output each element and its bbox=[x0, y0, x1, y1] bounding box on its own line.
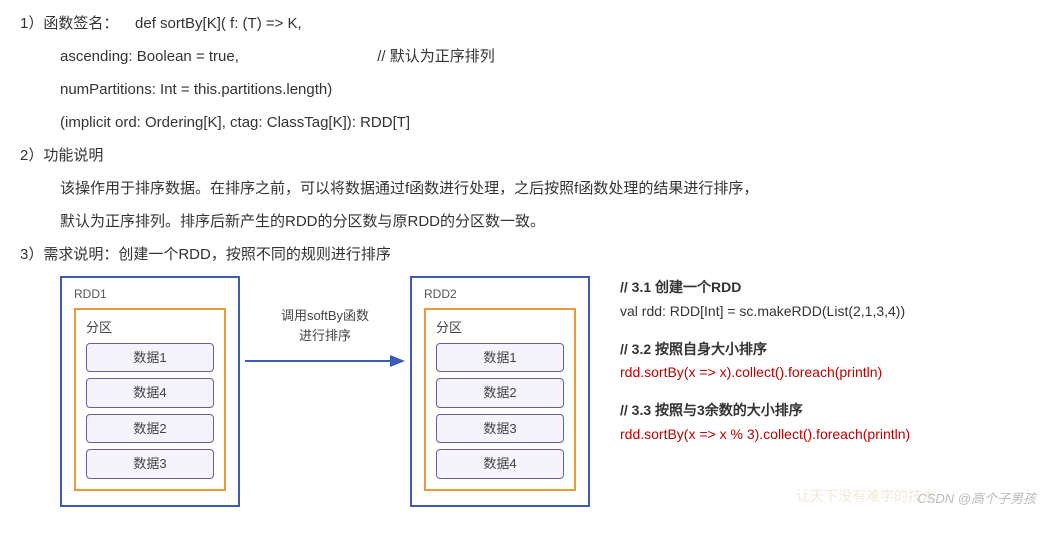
code-31-comment: // 3.1 创建一个RDD bbox=[620, 276, 1036, 300]
watermark-csdn: CSDN @高个子男孩 bbox=[917, 487, 1036, 510]
section3-prefix: 3）需求说明：创建一个RDD，按照不同的规则进行排序 bbox=[20, 241, 1036, 268]
sig-line1: def sortBy[K]( f: (T) => K, bbox=[135, 15, 302, 32]
section2-body2: 默认为正序排列。排序后新产生的RDD的分区数与原RDD的分区数一致。 bbox=[20, 208, 1036, 235]
code-33-comment: // 3.3 按照与3余数的大小排序 bbox=[620, 399, 1036, 423]
section2-prefix: 2）功能说明 bbox=[20, 142, 1036, 169]
rdd2-box: RDD2 分区 数据1 数据2 数据3 数据4 bbox=[410, 276, 590, 507]
arrow-caption-l1: 调用softBy函数 bbox=[281, 308, 369, 323]
rdd2-partition-label: 分区 bbox=[436, 316, 564, 339]
section2-body1: 该操作用于排序数据。在排序之前，可以将数据通过f函数进行处理，之后按照f函数处理… bbox=[20, 175, 1036, 202]
diagram-row: RDD1 分区 数据1 数据4 数据2 数据3 调用softBy函数 进行排序 … bbox=[20, 276, 1036, 507]
code-32-comment: // 3.2 按照自身大小排序 bbox=[620, 338, 1036, 362]
sig-line3: numPartitions: Int = this.partitions.len… bbox=[20, 76, 1036, 103]
sig-line2a: ascending: Boolean = true, bbox=[60, 48, 239, 65]
rdd1-label: RDD1 bbox=[74, 284, 226, 306]
data-item: 数据3 bbox=[436, 414, 564, 443]
data-item: 数据4 bbox=[86, 378, 214, 407]
data-item: 数据3 bbox=[86, 449, 214, 478]
rdd1-box: RDD1 分区 数据1 数据4 数据2 数据3 bbox=[60, 276, 240, 507]
data-item: 数据1 bbox=[86, 343, 214, 372]
code-33-code: rdd.sortBy(x => x % 3).collect().foreach… bbox=[620, 423, 1036, 447]
code-column: // 3.1 创建一个RDD val rdd: RDD[Int] = sc.ma… bbox=[590, 276, 1036, 461]
code-block-31: // 3.1 创建一个RDD val rdd: RDD[Int] = sc.ma… bbox=[620, 276, 1036, 324]
arrow-area: 调用softBy函数 进行排序 bbox=[240, 276, 410, 371]
code-block-33: // 3.3 按照与3余数的大小排序 rdd.sortBy(x => x % 3… bbox=[620, 399, 1036, 447]
section1-line1: 1）函数签名： def sortBy[K]( f: (T) => K, bbox=[20, 10, 1036, 37]
sig-line2b: // 默认为正序排列 bbox=[377, 48, 495, 65]
data-item: 数据4 bbox=[436, 449, 564, 478]
rdd1-partition-label: 分区 bbox=[86, 316, 214, 339]
code-32-code: rdd.sortBy(x => x).collect().foreach(pri… bbox=[620, 361, 1036, 385]
rdd1-partition: 分区 数据1 数据4 数据2 数据3 bbox=[74, 308, 226, 491]
arrow-caption-l2: 进行排序 bbox=[299, 328, 351, 343]
code-block-32: // 3.2 按照自身大小排序 rdd.sortBy(x => x).colle… bbox=[620, 338, 1036, 386]
rdd2-label: RDD2 bbox=[424, 284, 576, 306]
sig-line4: (implicit ord: Ordering[K], ctag: ClassT… bbox=[20, 109, 1036, 136]
rdd2-partition: 分区 数据1 数据2 数据3 数据4 bbox=[424, 308, 576, 491]
arrow-caption: 调用softBy函数 进行排序 bbox=[281, 306, 369, 345]
watermark-slogan: 让天下没有难学的技术 bbox=[796, 485, 936, 510]
data-item: 数据1 bbox=[436, 343, 564, 372]
data-item: 数据2 bbox=[436, 378, 564, 407]
arrow-icon bbox=[245, 351, 405, 371]
data-item: 数据2 bbox=[86, 414, 214, 443]
code-31-code: val rdd: RDD[Int] = sc.makeRDD(List(2,1,… bbox=[620, 300, 1036, 324]
section1-line2: ascending: Boolean = true, // 默认为正序排列 bbox=[20, 43, 1036, 70]
section1-prefix: 1）函数签名： bbox=[20, 15, 118, 32]
